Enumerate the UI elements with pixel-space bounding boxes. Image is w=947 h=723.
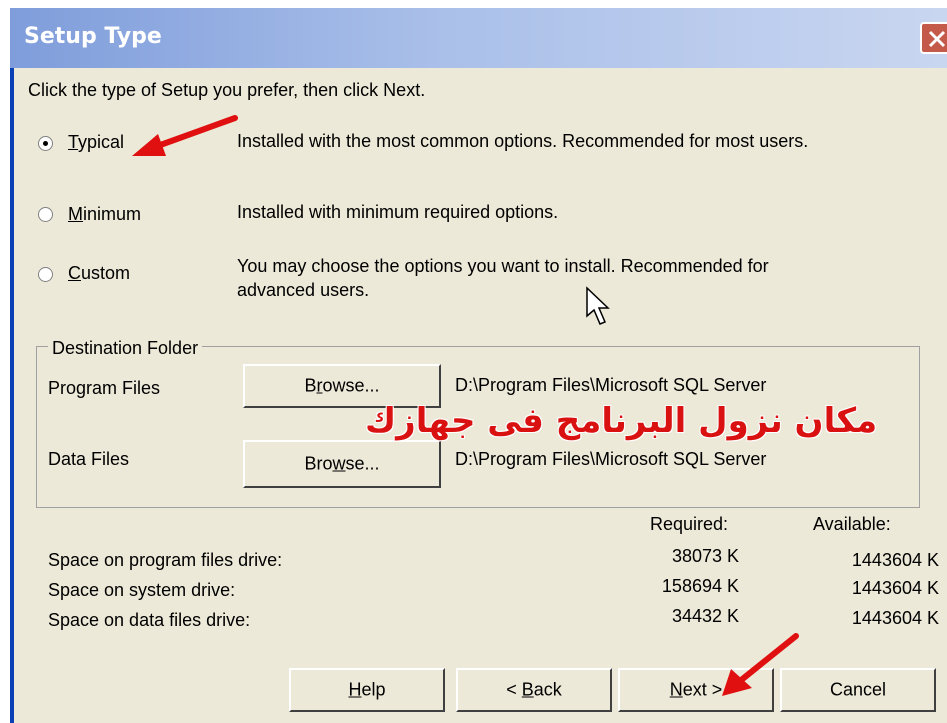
annotation-overlay bbox=[132, 115, 799, 696]
red-arrow-next bbox=[722, 633, 799, 696]
mouse-cursor-icon bbox=[586, 286, 610, 325]
setup-dialog: Setup Type Click the type of Setup you p… bbox=[10, 8, 947, 723]
red-arrow-typical bbox=[132, 115, 238, 156]
